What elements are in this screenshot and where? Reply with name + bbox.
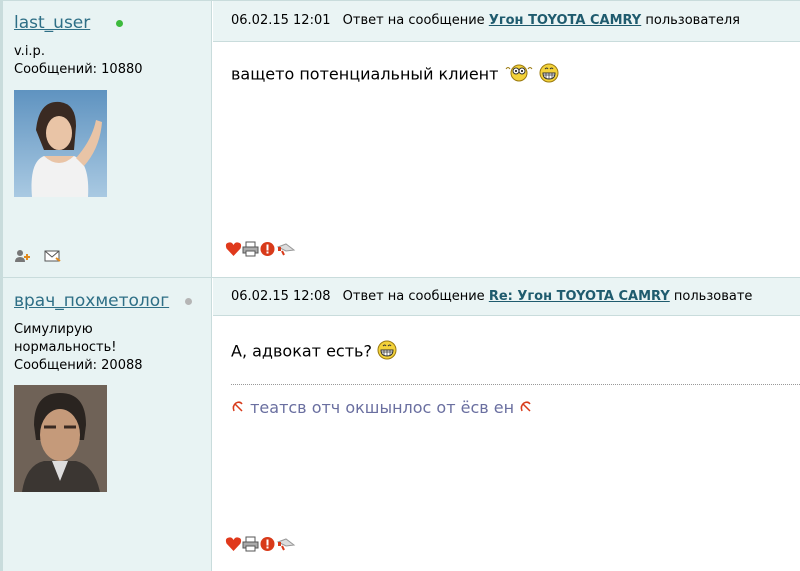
author-username[interactable]: last_user bbox=[14, 13, 90, 33]
report-icon[interactable] bbox=[259, 241, 276, 261]
author-actions bbox=[14, 249, 62, 267]
grin-smiley-icon bbox=[539, 63, 559, 87]
post-actions bbox=[225, 241, 298, 261]
author-status-line: Симулирую bbox=[14, 322, 93, 337]
private-message-icon[interactable] bbox=[44, 249, 62, 267]
post-message: А, адвокат есть? bbox=[231, 340, 397, 364]
forum-post: last_user v.i.p. Сообщений: 10880 06.02.… bbox=[0, 0, 800, 277]
reply-topic-link[interactable]: Re: Угон TOYOTA CAMRY bbox=[489, 289, 670, 304]
avatar[interactable] bbox=[14, 90, 107, 197]
post-message: ващето потенциальный клиент bbox=[231, 63, 559, 87]
post-author-panel: last_user v.i.p. Сообщений: 10880 bbox=[0, 1, 212, 277]
hammer-sickle-icon bbox=[519, 399, 533, 418]
reply-topic-link[interactable]: Угон TOYOTA CAMRY bbox=[489, 13, 641, 28]
quote-megaphone-icon[interactable] bbox=[276, 241, 298, 261]
author-status-line: нормальность! bbox=[14, 340, 117, 355]
favorite-heart-icon[interactable] bbox=[225, 536, 242, 556]
forum-post: врач_похметолог Симулирую нормальность! … bbox=[0, 277, 800, 571]
post-author-panel: врач_похметолог Симулирую нормальность! … bbox=[0, 278, 212, 571]
signature: театсв отч окшынлос от ёсв ен bbox=[231, 398, 533, 418]
signature-divider bbox=[231, 384, 800, 385]
author-username-link[interactable]: врач_похметолог bbox=[14, 291, 169, 311]
author-username-link[interactable]: last_user bbox=[14, 13, 90, 33]
message-text: ващето потенциальный клиент bbox=[231, 64, 499, 84]
author-username[interactable]: врач_похметолог bbox=[14, 291, 169, 311]
post-header: 06.02.15 12:08 Ответ на сообщение Re: Уг… bbox=[213, 278, 800, 316]
print-icon[interactable] bbox=[242, 241, 259, 261]
reply-suffix: пользователя bbox=[645, 13, 740, 28]
post-content: 06.02.15 12:01 Ответ на сообщение Угон T… bbox=[213, 1, 800, 277]
avatar[interactable] bbox=[14, 385, 107, 492]
author-meta: Симулирую нормальность! Сообщений: 20088 bbox=[14, 321, 143, 375]
print-icon[interactable] bbox=[242, 536, 259, 556]
favorite-heart-icon[interactable] bbox=[225, 241, 242, 261]
author-post-count: Сообщений: 10880 bbox=[14, 62, 143, 77]
reply-suffix: пользовате bbox=[673, 289, 753, 304]
offline-status-icon bbox=[185, 298, 192, 305]
post-header: 06.02.15 12:01 Ответ на сообщение Угон T… bbox=[213, 1, 800, 42]
hammer-sickle-icon bbox=[231, 399, 245, 418]
thinking-smiley-icon bbox=[504, 63, 534, 87]
author-post-count: Сообщений: 20088 bbox=[14, 358, 143, 373]
reply-prefix: Ответ на сообщение bbox=[342, 289, 485, 304]
grin-smiley-icon bbox=[377, 340, 397, 364]
message-text: А, адвокат есть? bbox=[231, 341, 372, 361]
post-date: 06.02.15 12:01 bbox=[231, 13, 331, 28]
author-status: v.i.p. bbox=[14, 44, 45, 59]
signature-text: театсв отч окшынлос от ёсв ен bbox=[250, 398, 515, 417]
quote-megaphone-icon[interactable] bbox=[276, 536, 298, 556]
reply-prefix: Ответ на сообщение bbox=[342, 13, 485, 28]
post-content: 06.02.15 12:08 Ответ на сообщение Re: Уг… bbox=[213, 278, 800, 571]
author-meta: v.i.p. Сообщений: 10880 bbox=[14, 43, 143, 79]
add-friend-icon[interactable] bbox=[14, 249, 32, 267]
post-date: 06.02.15 12:08 bbox=[231, 289, 331, 304]
report-icon[interactable] bbox=[259, 536, 276, 556]
post-actions bbox=[225, 536, 298, 556]
online-status-icon bbox=[116, 20, 123, 27]
